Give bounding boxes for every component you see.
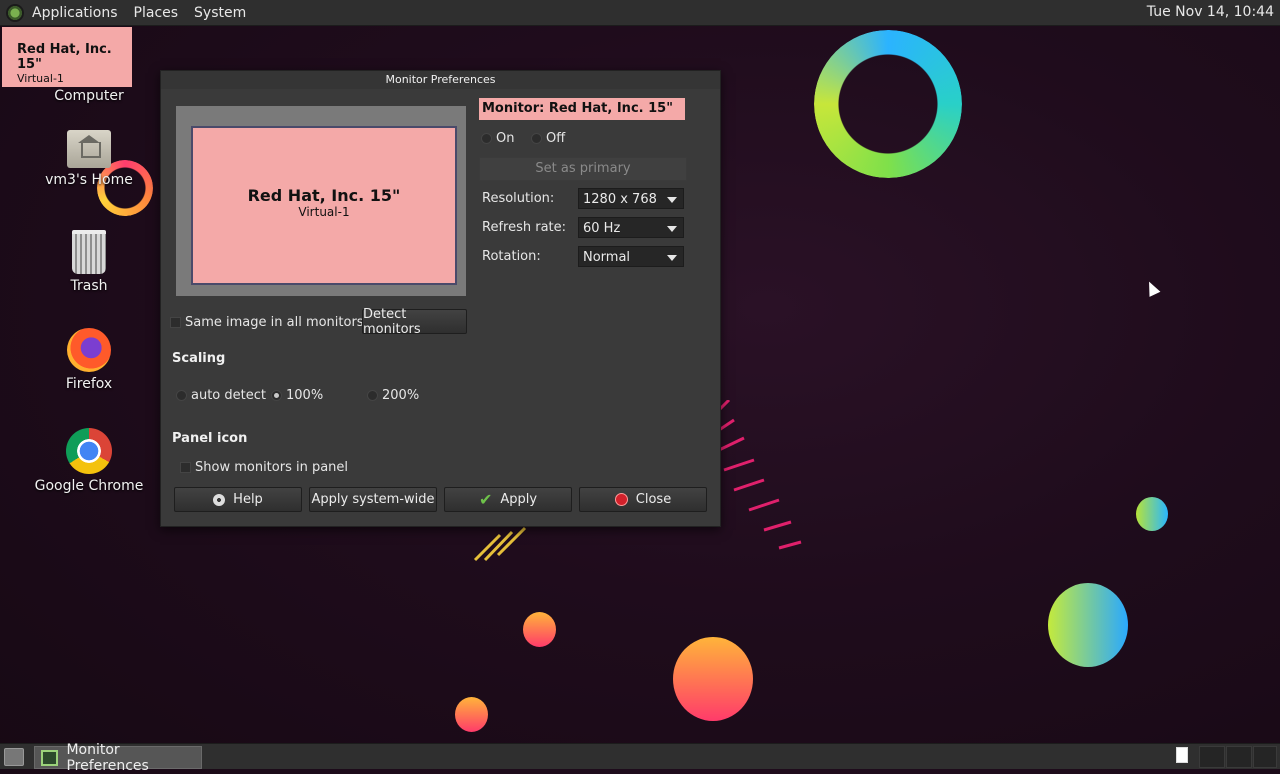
monitor-preview-screen[interactable]: Red Hat, Inc. 15" Virtual-1 <box>191 126 457 285</box>
panel-icon-title: Panel icon <box>172 431 248 446</box>
scaling-100-radio[interactable]: 100% <box>271 388 323 403</box>
on-radio[interactable]: On <box>481 131 514 146</box>
scaling-auto-indicator[interactable] <box>176 390 187 401</box>
scaling-100-indicator[interactable] <box>271 390 282 401</box>
decor-stripes-pink <box>719 400 802 550</box>
refresh-rate-value: 60 Hz <box>583 221 621 236</box>
chevron-down-icon <box>667 226 677 232</box>
top-panel: Applications Places System Tue Nov 14, 1… <box>0 0 1280 26</box>
menu-system[interactable]: System <box>186 5 254 21</box>
monitor-preferences-dialog: Monitor Preferences Red Hat, Inc. 15" Vi… <box>160 70 721 527</box>
detect-monitors-button[interactable]: Detect monitors <box>362 307 467 337</box>
close-button[interactable]: Close <box>579 487 707 512</box>
show-monitors-checkbox[interactable]: Show monitors in panel <box>180 460 348 475</box>
rotation-select[interactable]: Normal <box>578 246 684 267</box>
off-radio[interactable]: Off <box>531 131 565 146</box>
preview-monitor-name: Red Hat, Inc. 15" <box>247 186 401 205</box>
apply-button[interactable]: ✔ Apply <box>444 487 572 512</box>
preview-monitor-sub: Virtual-1 <box>298 205 350 219</box>
taskbar-item-label: Monitor Preferences <box>66 741 149 774</box>
chevron-down-icon <box>667 197 677 203</box>
desktop-icon-label: Firefox <box>65 376 113 392</box>
refresh-rate-label: Refresh rate: <box>482 220 567 235</box>
show-desktop-icon[interactable] <box>4 748 24 766</box>
monitor-icon <box>41 749 59 766</box>
bottom-panel: Monitor Preferences <box>0 742 1280 774</box>
decor-ball-orange-1 <box>523 612 556 647</box>
scaling-200-label: 200% <box>382 388 420 403</box>
same-image-checkbox[interactable]: Same image in all monitors <box>170 315 364 330</box>
off-label: Off <box>546 131 566 146</box>
decor-ball-blue-small <box>1136 497 1168 531</box>
desktop-icon-firefox[interactable]: Firefox <box>29 328 149 392</box>
rotation-value: Normal <box>583 250 631 265</box>
apply-system-wide-label: Apply system-wide <box>311 492 435 507</box>
rotation-label: Rotation: <box>482 249 541 264</box>
same-image-check-indicator[interactable] <box>170 317 181 328</box>
monitor-preview-area: Red Hat, Inc. 15" Virtual-1 <box>176 106 466 296</box>
mouse-cursor-icon <box>1143 279 1161 297</box>
chrome-icon <box>66 428 112 474</box>
decor-ball-orange-3 <box>455 697 488 732</box>
scaling-auto-radio[interactable]: auto detect <box>176 388 266 403</box>
set-primary-button[interactable]: Set as primary <box>479 157 687 181</box>
on-label: On <box>496 131 515 146</box>
on-radio-indicator[interactable] <box>481 133 492 144</box>
same-image-label: Same image in all monitors <box>185 315 364 330</box>
resolution-select[interactable]: 1280 x 768 <box>578 188 684 209</box>
help-button[interactable]: Help <box>174 487 302 512</box>
menu-applications[interactable]: Applications <box>24 5 126 21</box>
trash-icon <box>72 230 106 274</box>
desktop-icon-label: Computer <box>54 88 124 104</box>
taskbar-item-monitor-preferences[interactable]: Monitor Preferences <box>34 742 202 774</box>
desktop-icon-chrome[interactable]: Google Chrome <box>29 428 149 494</box>
workspace-3[interactable] <box>1226 746 1252 768</box>
desktop-icon-label: Google Chrome <box>34 478 144 494</box>
scaling-200-radio[interactable]: 200% <box>367 388 419 403</box>
refresh-rate-select[interactable]: 60 Hz <box>578 217 684 238</box>
monitor-identify-overlay: Red Hat, Inc. 15" Virtual-1 <box>2 27 132 87</box>
desktop-icon-computer[interactable]: Computer <box>29 88 149 104</box>
apply-system-wide-button[interactable]: Apply system-wide <box>309 487 437 512</box>
help-label: Help <box>233 492 263 507</box>
workspace-1[interactable] <box>1176 747 1188 763</box>
desktop-icon-trash[interactable]: Trash <box>29 230 149 294</box>
chevron-down-icon <box>667 255 677 261</box>
apply-label: Apply <box>500 492 538 507</box>
decor-ball-orange-2 <box>673 637 753 721</box>
decor-ball-blue-large <box>1048 583 1128 667</box>
overlay-monitor-name: Red Hat, Inc. 15" <box>17 42 112 72</box>
clock[interactable]: Tue Nov 14, 10:44 <box>1147 4 1274 20</box>
scaling-200-indicator[interactable] <box>367 390 378 401</box>
scaling-auto-label: auto detect <box>191 388 266 403</box>
resolution-label: Resolution: <box>482 191 555 206</box>
resolution-value: 1280 x 768 <box>583 192 657 207</box>
close-icon <box>614 493 628 506</box>
decor-ring-large <box>814 30 962 178</box>
scaling-title: Scaling <box>172 351 226 366</box>
scaling-100-label: 100% <box>286 388 324 403</box>
dialog-title[interactable]: Monitor Preferences <box>161 71 720 89</box>
checkmark-icon: ✔ <box>478 490 493 509</box>
firefox-icon <box>67 328 111 372</box>
workspace-2[interactable] <box>1199 746 1225 768</box>
desktop-icon-label: Trash <box>70 278 108 294</box>
help-icon <box>213 493 226 506</box>
off-radio-indicator[interactable] <box>531 133 542 144</box>
home-folder-icon <box>67 130 111 168</box>
desktop-icon-home[interactable]: vm3's Home <box>29 130 149 188</box>
overlay-monitor-sub: Virtual-1 <box>17 72 64 85</box>
desktop-icon-label: vm3's Home <box>45 172 133 188</box>
close-label: Close <box>635 492 672 507</box>
menu-places[interactable]: Places <box>126 5 187 21</box>
workspace-4[interactable] <box>1253 746 1277 768</box>
app-menu-logo-icon[interactable] <box>6 3 24 22</box>
monitor-header: Monitor: Red Hat, Inc. 15" <box>479 98 685 120</box>
top-menu: Applications Places System <box>24 0 254 25</box>
show-monitors-check-indicator[interactable] <box>180 462 191 473</box>
show-monitors-label: Show monitors in panel <box>195 460 349 475</box>
